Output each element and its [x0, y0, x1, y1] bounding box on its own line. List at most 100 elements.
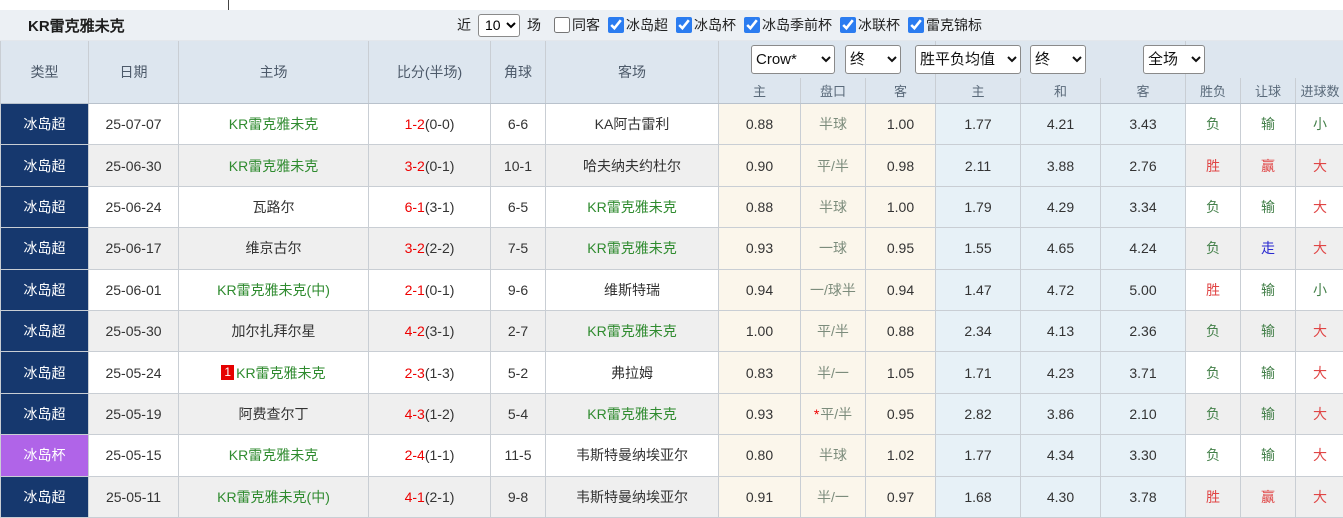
league-type-badge: 冰岛超	[1, 186, 89, 229]
checkbox-input[interactable]	[744, 17, 760, 33]
checkbox-input[interactable]	[608, 17, 624, 33]
table-row: 冰岛超 25-05-19 阿费查尔丁 4-3 (1-2) 5-4 KR雷克雅未克 0.93 * 平…	[0, 393, 1343, 436]
ah-line-text: 平/半	[817, 323, 849, 340]
result-handicap: 赢	[1241, 476, 1296, 518]
result-handicap: 输	[1241, 104, 1296, 146]
league-type-badge: 冰岛超	[1, 269, 89, 311]
result-handicap: 输	[1241, 186, 1296, 229]
ah-line-text: 平/半	[820, 405, 853, 422]
odds-header-row: Crow* 终 胜平负均值 终 全场	[719, 41, 1343, 78]
filter-checkbox-label: 雷克锦标	[926, 17, 982, 33]
ah-home-odds: 0.93	[719, 393, 801, 436]
home-team-cell: 瓦路尔	[179, 186, 369, 229]
match-date: 25-06-01	[89, 269, 179, 311]
checkbox-input[interactable]	[908, 17, 924, 33]
col-header-type: 类型	[1, 41, 89, 103]
result-wdl: 负	[1186, 186, 1241, 229]
fulltime-score: 4-1	[404, 488, 425, 505]
ah-line: 半球	[801, 435, 866, 477]
ah-line: 半/一	[801, 476, 866, 518]
home-team-name[interactable]: KR雷克雅未克	[229, 445, 318, 465]
eu-away-odds: 2.76	[1101, 145, 1186, 187]
checkbox-input[interactable]	[554, 17, 570, 33]
ah-line-text: 平/半	[817, 157, 849, 174]
home-team-cell: 1 KR雷克雅未克	[179, 352, 369, 394]
fulltime-score: 1-2	[404, 116, 425, 133]
home-team-cell: KR雷克雅未克(中)	[179, 269, 369, 311]
score-cell: 6-1 (3-1)	[369, 186, 491, 229]
filter-checkbox-同客[interactable]: 同客	[554, 15, 600, 35]
filter-checkbox-冰岛季前杯[interactable]: 冰岛季前杯	[744, 15, 832, 35]
corner-score: 5-4	[491, 393, 546, 436]
eu-draw-odds: 4.72	[1021, 269, 1101, 311]
corner-score: 9-6	[491, 269, 546, 311]
away-team-name[interactable]: KR雷克雅未克	[587, 321, 676, 341]
home-team-name[interactable]: 维京古尔	[246, 238, 302, 258]
away-team-cell: KA阿古雷利	[546, 104, 719, 146]
recent-count-select[interactable]: 10	[478, 13, 520, 37]
home-team-name[interactable]: KR雷克雅未克(中)	[217, 487, 330, 507]
result-handicap: 赢	[1241, 145, 1296, 187]
filter-checkbox-雷克锦标[interactable]: 雷克锦标	[908, 15, 982, 35]
result-wdl: 负	[1186, 393, 1241, 436]
home-team-cell: 维京古尔	[179, 228, 369, 270]
away-team-name[interactable]: 哈夫纳夫约杜尔	[583, 156, 681, 176]
corner-score: 9-8	[491, 476, 546, 518]
home-team-name[interactable]: KR雷克雅未克	[236, 363, 325, 383]
league-type-badge: 冰岛杯	[1, 435, 89, 477]
red-card-badge: 1	[221, 365, 235, 381]
title-bar: KR雷克雅未克 近 10 场 同客 冰岛超 冰岛杯 冰岛季前杯 冰联杯 雷克锦标	[0, 10, 1343, 41]
filter-checkbox-冰岛杯[interactable]: 冰岛杯	[676, 15, 736, 35]
filter-checkbox-冰联杯[interactable]: 冰联杯	[840, 15, 900, 35]
away-team-name[interactable]: 维斯特瑞	[604, 280, 660, 300]
home-team-name[interactable]: KR雷克雅未克	[229, 114, 318, 134]
europe-time-select[interactable]: 终	[1030, 45, 1086, 74]
bookmaker-select[interactable]: Crow*	[751, 45, 835, 74]
away-team-name[interactable]: KA阿古雷利	[595, 114, 670, 134]
fulltime-score: 2-1	[404, 281, 425, 298]
checkbox-input[interactable]	[676, 17, 692, 33]
halftime-score: (0-1)	[424, 281, 455, 298]
ah-away-odds: 1.00	[866, 104, 936, 146]
table-row: 冰岛超 25-06-30 KR雷克雅未克 3-2 (0-1) 10-1 哈夫纳夫约杜尔 0.9…	[0, 145, 1343, 187]
ah-away-odds: 0.98	[866, 145, 936, 187]
eu-home-odds: 1.71	[936, 352, 1021, 394]
away-team-name[interactable]: KR雷克雅未克	[587, 238, 676, 258]
ah-away-odds: 0.95	[866, 228, 936, 270]
halftime-score: (3-1)	[424, 323, 455, 340]
away-team-name[interactable]: 韦斯特曼纳埃亚尔	[576, 445, 688, 465]
home-team-name[interactable]: KR雷克雅未克(中)	[217, 280, 330, 300]
league-type-badge: 冰岛超	[1, 476, 89, 518]
ah-line: 平/半	[801, 310, 866, 353]
home-team-name[interactable]: 阿费查尔丁	[239, 404, 309, 424]
home-team-name[interactable]: 瓦路尔	[253, 197, 295, 217]
ah-home-odds: 0.83	[719, 352, 801, 394]
home-team-cell: KR雷克雅未克	[179, 435, 369, 477]
away-team-name[interactable]: 韦斯特曼纳埃亚尔	[576, 487, 688, 507]
ah-home-odds: 0.94	[719, 269, 801, 311]
away-team-name[interactable]: KR雷克雅未克	[587, 404, 676, 424]
match-date: 25-07-07	[89, 104, 179, 146]
period-select[interactable]: 全场	[1143, 45, 1205, 74]
eu-home-odds: 2.34	[936, 310, 1021, 353]
filter-checkbox-label: 冰岛超	[626, 17, 668, 33]
away-team-name[interactable]: KR雷克雅未克	[587, 197, 676, 217]
score-cell: 2-1 (0-1)	[369, 269, 491, 311]
ah-away-odds: 0.97	[866, 476, 936, 518]
bookmaker-time-select[interactable]: 终	[845, 45, 901, 74]
filter-checkbox-冰岛超[interactable]: 冰岛超	[608, 15, 668, 35]
ah-line-text: 半/一	[817, 488, 849, 505]
match-date: 25-06-30	[89, 145, 179, 187]
ah-away-odds: 0.95	[866, 393, 936, 436]
europe-odds-select[interactable]: 胜平负均值	[915, 45, 1021, 74]
halftime-score: (2-1)	[424, 488, 455, 505]
home-team-name[interactable]: KR雷克雅未克	[229, 156, 318, 176]
result-wdl: 胜	[1186, 476, 1241, 518]
checkbox-input[interactable]	[840, 17, 856, 33]
score-cell: 3-2 (0-1)	[369, 145, 491, 187]
away-team-cell: 韦斯特曼纳埃亚尔	[546, 476, 719, 518]
col-header-score: 比分(半场)	[369, 41, 491, 103]
away-team-name[interactable]: 弗拉姆	[611, 363, 653, 383]
home-team-name[interactable]: 加尔扎拜尔星	[232, 321, 316, 341]
result-wdl: 负	[1186, 435, 1241, 477]
